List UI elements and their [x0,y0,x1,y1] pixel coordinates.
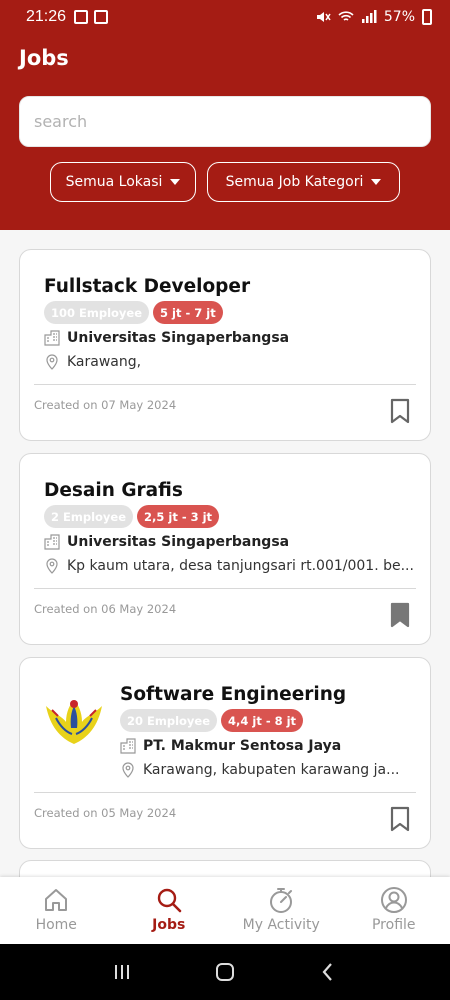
nav-home[interactable]: Home [0,877,113,944]
gallery-icon [94,10,109,24]
job-title: Desain Grafis [44,480,183,501]
nav-activity[interactable]: My Activity [225,877,338,944]
job-card[interactable]: Fullstack Developer 100 Employee 5 jt - … [19,249,431,441]
location-filter-label: Semua Lokasi [65,174,163,190]
nav-home-label: Home [35,917,77,933]
company-row: Universitas Singaperbangsa [44,330,289,346]
salary-badge: 2,5 jt - 3 jt [137,505,220,528]
salary-badge: 4,4 jt - 8 jt [221,709,304,732]
nav-activity-label: My Activity [242,917,320,933]
bottom-nav: Home Jobs My Activity Profile [0,877,450,944]
location-row: Kp kaum utara, desa tanjungsari rt.001/0… [44,558,416,574]
job-location: Karawang, [67,354,142,370]
signal-icon [361,10,377,23]
stopwatch-icon [270,888,293,913]
system-icons: 57% [315,9,432,25]
caret-down-icon [170,179,181,185]
job-title: Fullstack Developer [44,276,251,297]
bookmark-icon[interactable] [389,398,411,424]
company-name: Universitas Singaperbangsa [67,534,290,550]
employee-count-badge: 100 Employee [44,301,150,324]
recent-apps-icon[interactable] [110,960,134,984]
location-pin-icon [46,354,58,370]
battery-icon [422,9,432,25]
home-button-icon[interactable] [213,960,237,984]
search-box[interactable] [19,96,431,147]
divider [34,792,416,793]
salary-badge: 5 jt - 7 jt [153,301,223,324]
job-location: Karawang, kabupaten karawang ja... [143,762,400,778]
location-row: Karawang, kabupaten karawang ja... [120,762,416,778]
status-time: 21:26 [26,8,67,25]
job-title: Software Engineering [120,684,347,705]
notification-icons [74,10,109,24]
company-name: Universitas Singaperbangsa [67,330,290,346]
job-badges: 2 Employee 2,5 jt - 3 jt [44,505,220,528]
location-pin-icon [122,762,134,778]
back-icon[interactable] [316,960,340,984]
divider [34,588,416,589]
system-nav-bar [0,944,450,1000]
company-row: PT. Makmur Sentosa Jaya [120,738,341,754]
location-filter-dropdown[interactable]: Semua Lokasi [50,162,196,202]
category-filter-dropdown[interactable]: Semua Job Kategori [207,162,400,202]
nav-profile-label: Profile [371,917,416,933]
bookmark-filled-icon[interactable] [389,602,411,628]
job-location: Kp kaum utara, desa tanjungsari rt.001/0… [67,558,414,574]
search-input[interactable] [34,112,416,131]
company-row: Universitas Singaperbangsa [44,534,289,550]
search-icon [157,888,182,913]
divider [34,384,416,385]
building-icon [44,330,60,346]
nav-jobs-label: Jobs [152,917,186,933]
page-title: Jobs [19,46,69,70]
notification-icon [74,10,89,24]
building-icon [120,738,136,754]
bookmark-icon[interactable] [389,806,411,832]
job-card[interactable]: Software Engineering 20 Employee 4,4 jt … [19,657,431,849]
created-date: Created on 06 May 2024 [34,602,177,616]
battery-percent: 57% [383,9,415,25]
created-date: Created on 05 May 2024 [34,806,177,820]
company-logo [46,700,102,744]
job-card[interactable]: Desain Grafis 2 Employee 2,5 jt - 3 jt U… [19,453,431,645]
building-icon [44,534,60,550]
wifi-icon [338,11,354,21]
category-filter-label: Semua Job Kategori [225,174,364,190]
caret-down-icon [371,179,382,185]
company-name: PT. Makmur Sentosa Jaya [143,738,342,754]
created-date: Created on 07 May 2024 [34,398,177,412]
home-icon [45,889,68,911]
job-badges: 100 Employee 5 jt - 7 jt [44,301,223,324]
status-bar: 21:26 57% [0,0,450,34]
nav-jobs[interactable]: Jobs [113,877,226,944]
employee-count-badge: 2 Employee [44,505,134,528]
header: Jobs Semua Lokasi Semua Job Kategori [0,34,450,230]
job-badges: 20 Employee 4,4 jt - 8 jt [120,709,304,732]
location-row: Karawang, [44,354,424,370]
nav-profile[interactable]: Profile [338,877,450,944]
employee-count-badge: 20 Employee [120,709,218,732]
mute-icon [316,12,331,22]
profile-icon [380,887,407,913]
location-pin-icon [46,558,58,574]
